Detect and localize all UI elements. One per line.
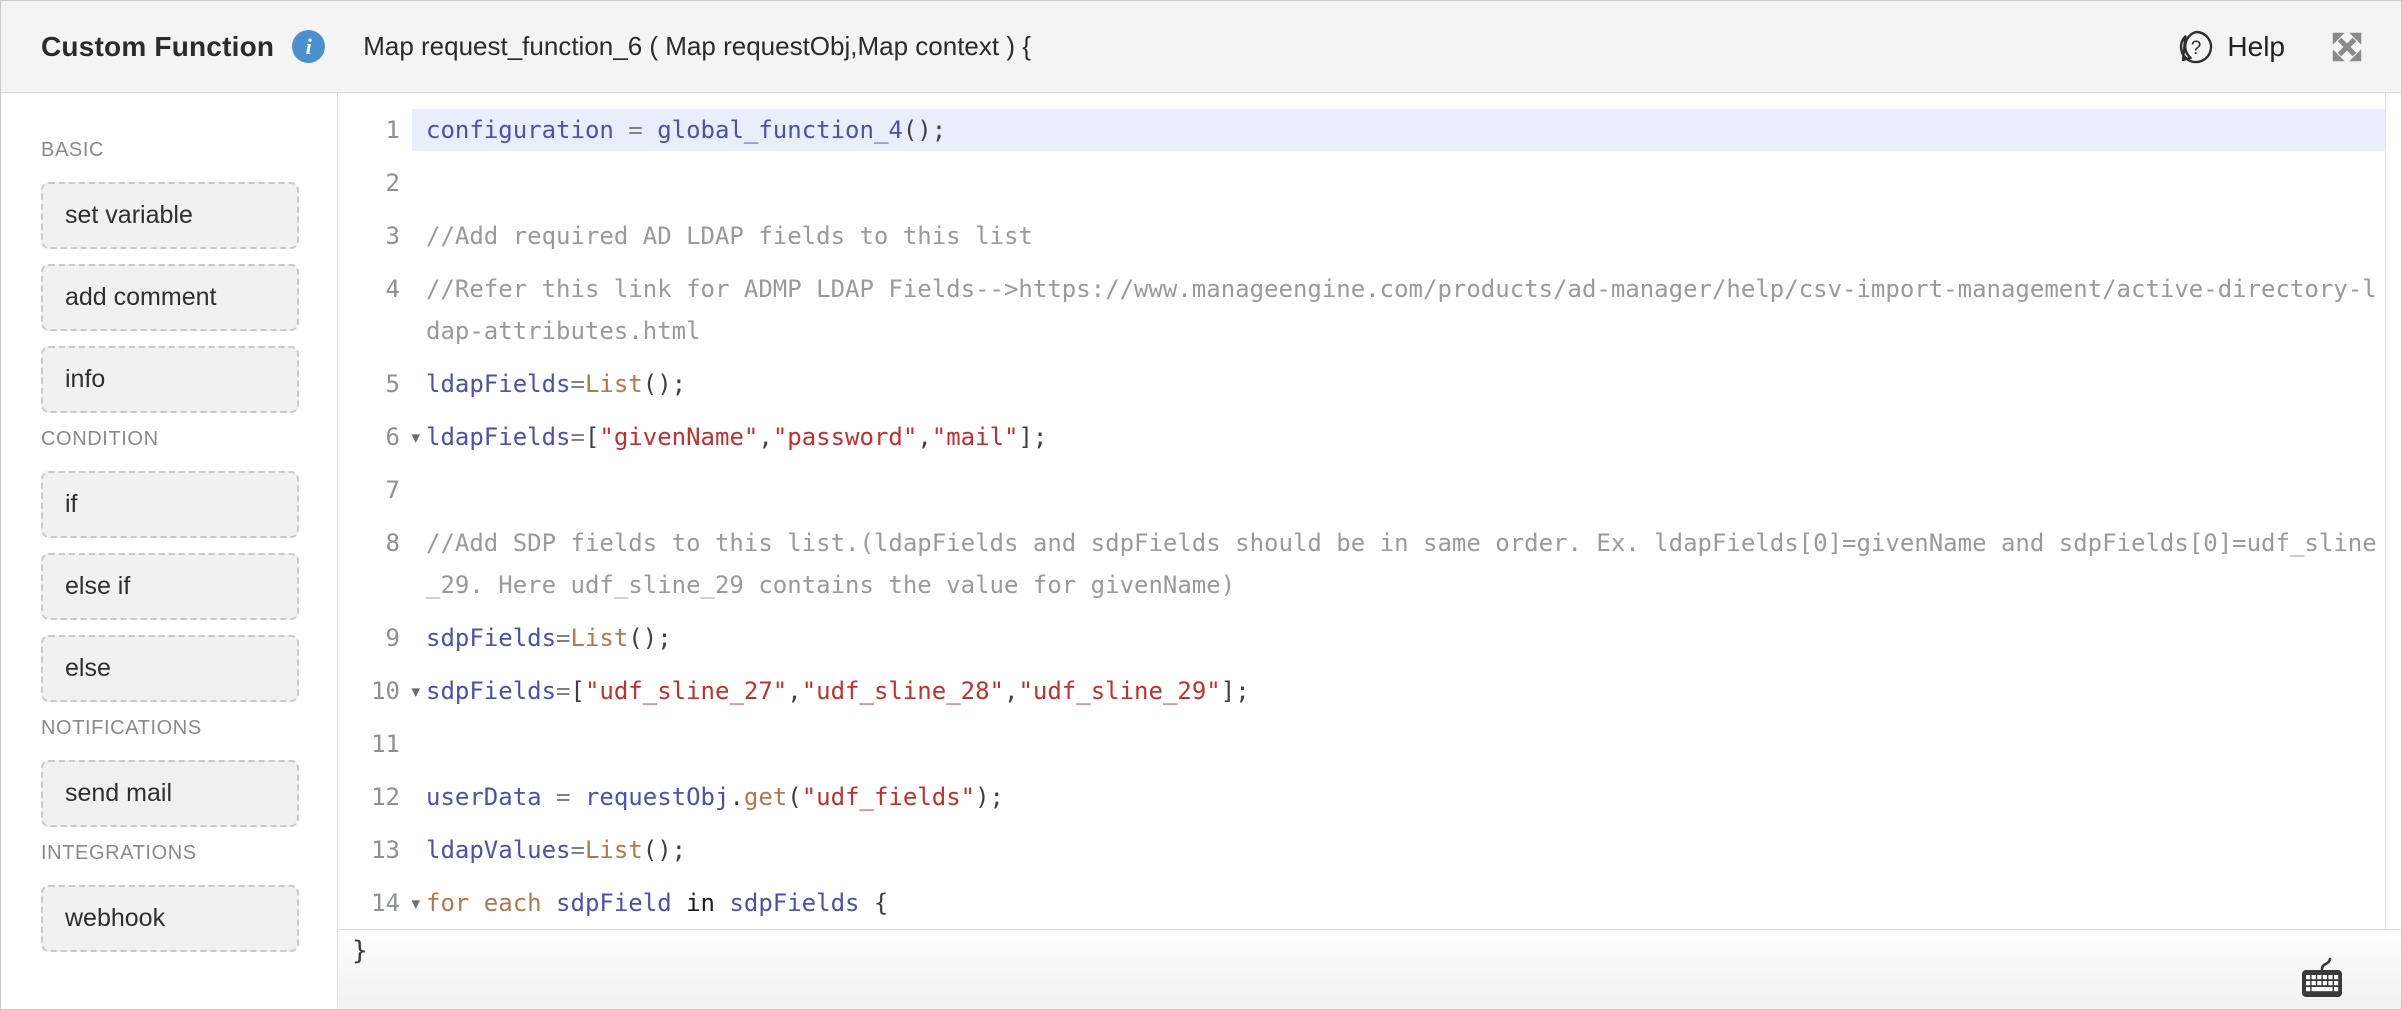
code-area[interactable]: 1 configuration = global_function_4(); 2 3 /…: [338, 93, 2401, 929]
code-line-1[interactable]: 1 configuration = global_function_4();: [338, 104, 2401, 157]
svg-text:?: ?: [2191, 38, 2202, 59]
code-line-11[interactable]: 11: [338, 718, 2401, 771]
code-line-8[interactable]: 8 //Add SDP fields to this list.(ldapFiel…: [338, 517, 2401, 612]
help-button[interactable]: ? Help: [2177, 28, 2285, 66]
code-line-text[interactable]: ldapFields=List();: [412, 363, 2401, 405]
code-line-text[interactable]: for each sdpField in sdpFields {: [412, 882, 2401, 924]
code-line-text[interactable]: //Refer this link for ADMP LDAP Fields--…: [412, 268, 2401, 352]
line-number: 10 ▾: [338, 670, 420, 712]
line-number: 7: [385, 476, 400, 504]
code-line-text[interactable]: sdpFields=List();: [412, 617, 2401, 659]
code-line-3[interactable]: 3 //Add required AD LDAP fields to this l…: [338, 210, 2401, 263]
help-label: Help: [2227, 30, 2285, 62]
line-number: 14 ▾: [338, 882, 420, 924]
line-number: 6 ▾: [338, 416, 420, 458]
fold-arrow-icon[interactable]: ▾: [411, 417, 420, 459]
line-number: 3: [385, 222, 400, 250]
code-line-text[interactable]: ldapFields=["givenName","password","mail…: [412, 416, 2401, 458]
sidebar-section-integrations: INTEGRATIONS webhook: [41, 842, 299, 952]
snippet-button-else-if[interactable]: else if: [41, 553, 299, 620]
snippet-button-set-variable[interactable]: set variable: [41, 182, 299, 249]
line-number: 9: [385, 624, 400, 652]
code-line-14[interactable]: 14 ▾ for each sdpField in sdpFields {: [338, 877, 2401, 929]
section-label-condition: CONDITION: [41, 428, 159, 450]
code-line-text[interactable]: //Add required AD LDAP fields to this li…: [412, 215, 2401, 257]
editor-footer: }: [338, 929, 2401, 1009]
fold-arrow-icon[interactable]: ▾: [411, 671, 420, 713]
expand-arrows-icon[interactable]: [2329, 29, 2365, 65]
snippet-button-add-comment[interactable]: add comment: [41, 264, 299, 331]
header: Custom Function i Map request_function_6…: [1, 1, 2401, 93]
code-line-text[interactable]: configuration = global_function_4();: [412, 109, 2401, 151]
code-line-7[interactable]: 7: [338, 464, 2401, 517]
code-line-5[interactable]: 5 ldapFields=List();: [338, 358, 2401, 411]
code-line-13[interactable]: 13 ldapValues=List();: [338, 824, 2401, 877]
line-number: 5: [385, 370, 400, 398]
line-number: 2: [385, 169, 400, 197]
code-line-9[interactable]: 9 sdpFields=List();: [338, 612, 2401, 665]
section-label-basic: BASIC: [41, 139, 105, 161]
code-line-text[interactable]: ldapValues=List();: [412, 829, 2401, 871]
code-line-10[interactable]: 10 ▾ sdpFields=["udf_sline_27","udf_sline_…: [338, 665, 2401, 718]
line-number: 12: [371, 783, 400, 811]
code-line-text[interactable]: userData = requestObj.get("udf_fields");: [412, 776, 2401, 818]
line-number: 1: [385, 116, 400, 144]
snippet-sidebar: BASIC set variable add comment info CONDITIO…: [1, 93, 338, 1009]
code-line-4[interactable]: 4 //Refer this link for ADMP LDAP Fields-…: [338, 263, 2401, 358]
code-line-6[interactable]: 6 ▾ ldapFields=["givenName","password","ma…: [338, 411, 2401, 464]
section-label-integrations: INTEGRATIONS: [41, 842, 197, 864]
sidebar-section-notifications: NOTIFICATIONS send mail: [41, 717, 299, 827]
snippet-button-send-mail[interactable]: send mail: [41, 760, 299, 827]
page-title: Custom Function: [41, 30, 275, 62]
keyboard-shortcuts-icon[interactable]: [2295, 955, 2349, 1003]
info-circle-icon[interactable]: i: [292, 30, 326, 63]
sidebar-section-basic: BASIC set variable add comment info: [41, 139, 299, 413]
code-line-12[interactable]: 12 userData = requestObj.get("udf_fields"…: [338, 771, 2401, 824]
custom-function-window: Custom Function i Map request_function_6…: [0, 0, 2402, 1010]
code-line-text[interactable]: //Add SDP fields to this list.(ldapField…: [412, 522, 2401, 606]
code-line-text[interactable]: sdpFields=["udf_sline_27","udf_sline_28"…: [412, 670, 2401, 712]
snippet-button-info[interactable]: info: [41, 346, 299, 413]
line-number: 4: [385, 275, 400, 303]
question-bubble-icon: ?: [2177, 28, 2215, 66]
code-editor: 1 configuration = global_function_4(); 2 3 /…: [338, 93, 2401, 1009]
code-line-text[interactable]: [412, 162, 2401, 204]
line-number: 13: [371, 836, 400, 864]
fold-arrow-icon[interactable]: ▾: [411, 883, 420, 925]
closing-brace: }: [352, 936, 368, 966]
code-line-2[interactable]: 2: [338, 157, 2401, 210]
code-line-text[interactable]: [412, 469, 2401, 511]
section-label-notifications: NOTIFICATIONS: [41, 717, 202, 739]
line-number: 11: [371, 730, 400, 758]
function-signature: Map request_function_6 ( Map requestObj,…: [363, 31, 1031, 61]
scrollbar-track[interactable]: [2385, 93, 2401, 1009]
snippet-button-webhook[interactable]: webhook: [41, 885, 299, 952]
code-line-text[interactable]: [412, 723, 2401, 765]
line-number: 8: [385, 529, 400, 557]
snippet-button-else[interactable]: else: [41, 635, 299, 702]
sidebar-section-condition: CONDITION if else if else: [41, 428, 299, 702]
snippet-button-if[interactable]: if: [41, 471, 299, 538]
